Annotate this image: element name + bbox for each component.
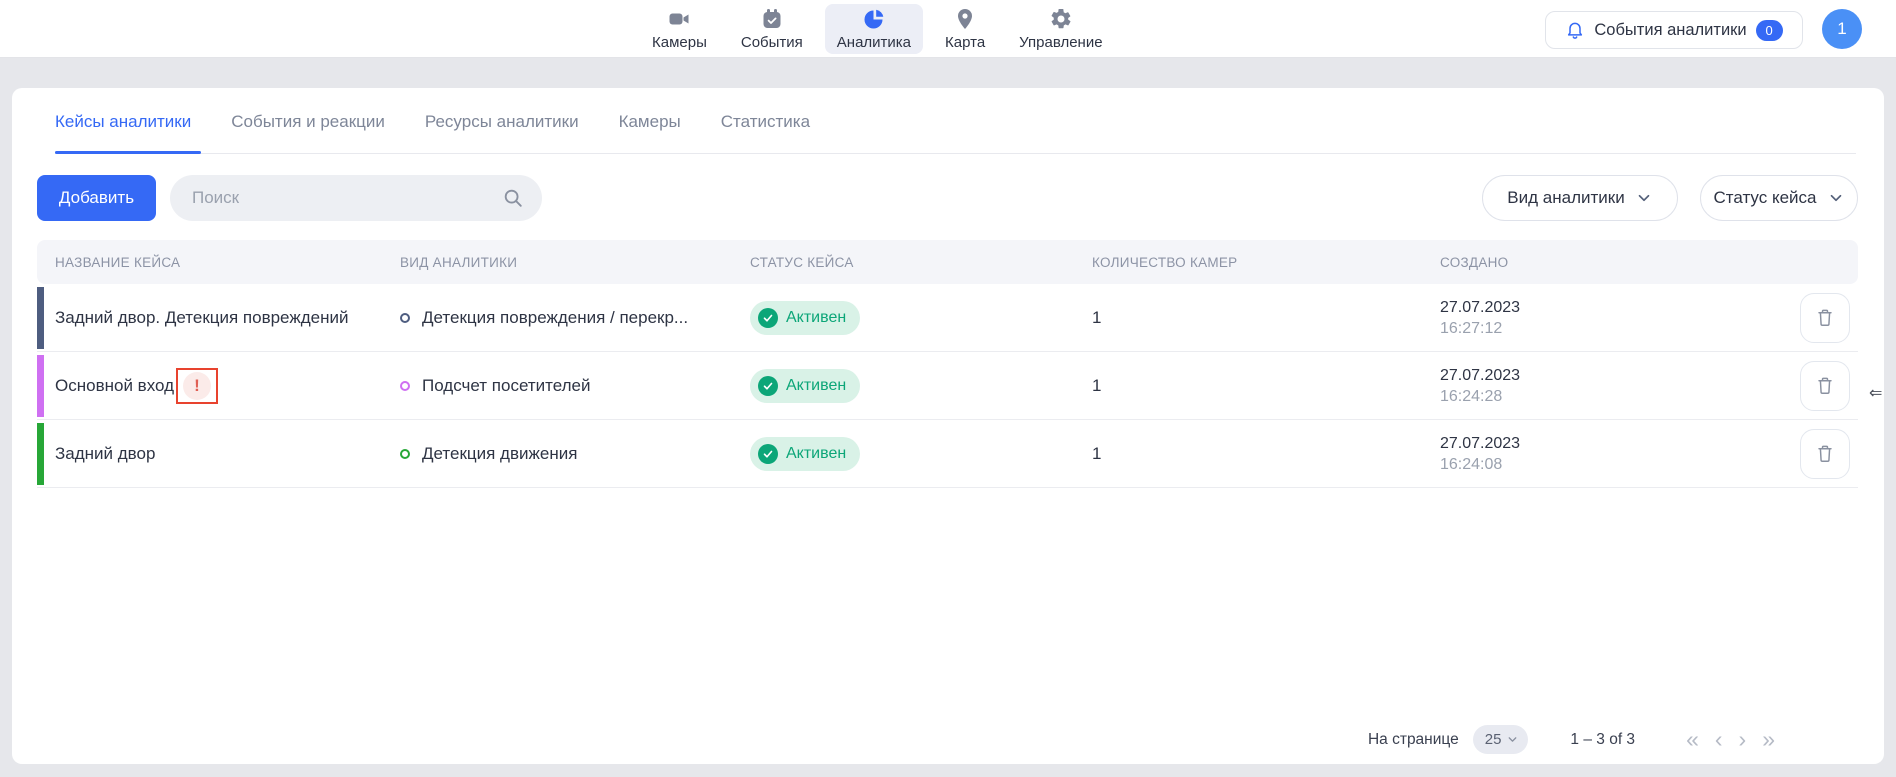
search-box (170, 175, 542, 221)
nav-item-cameras[interactable]: Камеры (640, 4, 719, 54)
nav-item-map[interactable]: Карта (933, 4, 997, 54)
table-row[interactable]: Задний двор Детекция движения Активен 1 … (37, 420, 1858, 488)
add-case-button[interactable]: Добавить (37, 175, 156, 221)
delete-case-button[interactable] (1800, 429, 1850, 479)
table-row[interactable]: Основной вход ! Подсчет посетителей Акти… (37, 352, 1858, 420)
case-status-filter-label: Статус кейса (1714, 188, 1817, 208)
row-accent-stripe (37, 423, 44, 485)
pagination-arrows: « ‹ › » (1683, 728, 1778, 751)
nav-item-analytics[interactable]: Аналитика (825, 4, 923, 54)
check-icon (758, 308, 778, 328)
user-avatar[interactable]: 1 (1822, 9, 1862, 49)
status-badge: Активен (750, 301, 860, 335)
column-header-cameras-count: КОЛИЧЕСТВО КАМЕР (1092, 240, 1237, 284)
analytics-tabs: Кейсы аналитики События и реакции Ресурс… (55, 112, 810, 140)
tab-events-reactions[interactable]: События и реакции (231, 112, 385, 140)
delete-case-button[interactable] (1800, 361, 1850, 411)
tab-cameras[interactable]: Камеры (619, 112, 681, 140)
case-status-cell: Активен (750, 352, 860, 420)
top-navigation-bar: Камеры События Аналитика Карта (0, 0, 1896, 58)
analytics-type-cell: Детекция повреждения / перекр... (400, 284, 688, 352)
row-accent-stripe (37, 355, 44, 417)
last-page-button[interactable]: » (1759, 728, 1778, 751)
analytics-type-filter[interactable]: Вид аналитики (1482, 175, 1678, 221)
analytics-events-button[interactable]: События аналитики 0 (1545, 11, 1803, 49)
warning-icon: ! (183, 372, 211, 400)
cameras-count-cell: 1 (1092, 420, 1101, 488)
created-cell: 27.07.2023 16:24:28 (1440, 352, 1520, 420)
nav-label: Камеры (652, 34, 707, 51)
status-badge: Активен (750, 437, 860, 471)
analytics-type-cell: Подсчет посетителей (400, 352, 590, 420)
created-cell: 27.07.2023 16:24:08 (1440, 420, 1520, 488)
analytics-type-filter-label: Вид аналитики (1507, 188, 1624, 208)
per-page-label: На странице (1368, 731, 1459, 749)
case-status-cell: Активен (750, 420, 860, 488)
main-nav: Камеры События Аналитика Карта (640, 0, 1115, 58)
nav-label: События (741, 34, 803, 51)
calendar-check-icon (760, 7, 784, 31)
case-name-cell: Задний двор (55, 420, 155, 488)
case-name-cell: Задний двор. Детекция повреждений (55, 284, 348, 352)
column-header-analytics-type: ВИД АНАЛИТИКИ (400, 240, 517, 284)
video-camera-icon (667, 7, 691, 31)
check-icon (758, 444, 778, 464)
pagination-bar: На странице 25 1 – 3 of 3 « ‹ › » (1368, 725, 1778, 754)
next-page-button[interactable]: › (1736, 728, 1750, 751)
row-accent-stripe (37, 287, 44, 349)
first-page-button[interactable]: « (1683, 728, 1702, 751)
column-header-created: СОЗДАНО (1440, 240, 1508, 284)
analytics-events-label: События аналитики (1594, 21, 1746, 40)
created-cell: 27.07.2023 16:27:12 (1440, 284, 1520, 352)
check-icon (758, 376, 778, 396)
table-header: НАЗВАНИЕ КЕЙСА ВИД АНАЛИТИКИ СТАТУС КЕЙС… (37, 240, 1858, 284)
pie-chart-icon (862, 7, 886, 31)
status-badge: Активен (750, 369, 860, 403)
tab-analytics-resources[interactable]: Ресурсы аналитики (425, 112, 579, 140)
analytics-cases-card: Кейсы аналитики События и реакции Ресурс… (12, 88, 1884, 764)
analytics-cases-page: Камеры События Аналитика Карта (0, 0, 1896, 777)
events-count-badge: 0 (1756, 20, 1783, 41)
nav-label: Карта (945, 34, 985, 51)
column-header-case-name: НАЗВАНИЕ КЕЙСА (55, 240, 180, 284)
case-name-cell: Основной вход ! (55, 352, 218, 420)
gear-icon (1049, 7, 1073, 31)
cameras-count-cell: 1 (1092, 352, 1101, 420)
mouse-cursor: ⇐ (1869, 383, 1882, 403)
previous-page-button[interactable]: ‹ (1712, 728, 1726, 751)
tab-statistics[interactable]: Статистика (721, 112, 810, 140)
chevron-down-icon (1635, 189, 1653, 207)
search-icon[interactable] (502, 187, 524, 209)
analytics-type-cell: Детекция движения (400, 420, 577, 488)
chevron-down-icon (1827, 189, 1845, 207)
pagination-range: 1 – 3 of 3 (1570, 731, 1635, 749)
cameras-count-cell: 1 (1092, 284, 1101, 352)
active-tab-underline (55, 151, 201, 154)
column-header-case-status: СТАТУС КЕЙСА (750, 240, 854, 284)
map-pin-icon (953, 7, 977, 31)
tab-analytics-cases[interactable]: Кейсы аналитики (55, 112, 191, 140)
chevron-down-icon (1506, 733, 1519, 746)
delete-case-button[interactable] (1800, 293, 1850, 343)
table-row[interactable]: Задний двор. Детекция повреждений Детекц… (37, 284, 1858, 352)
tabs-divider (55, 153, 1856, 154)
nav-label: Управление (1019, 34, 1102, 51)
search-input[interactable] (170, 188, 502, 208)
case-status-filter[interactable]: Статус кейса (1700, 175, 1858, 221)
bell-icon (1565, 20, 1585, 40)
nav-label: Аналитика (837, 34, 911, 51)
nav-item-events[interactable]: События (729, 4, 815, 54)
nav-item-management[interactable]: Управление (1007, 4, 1114, 54)
analytics-type-icon (400, 381, 410, 391)
analytics-type-icon (400, 313, 410, 323)
case-status-cell: Активен (750, 284, 860, 352)
analytics-type-icon (400, 449, 410, 459)
warning-highlight-box: ! (176, 368, 218, 404)
per-page-select[interactable]: 25 (1473, 725, 1529, 754)
